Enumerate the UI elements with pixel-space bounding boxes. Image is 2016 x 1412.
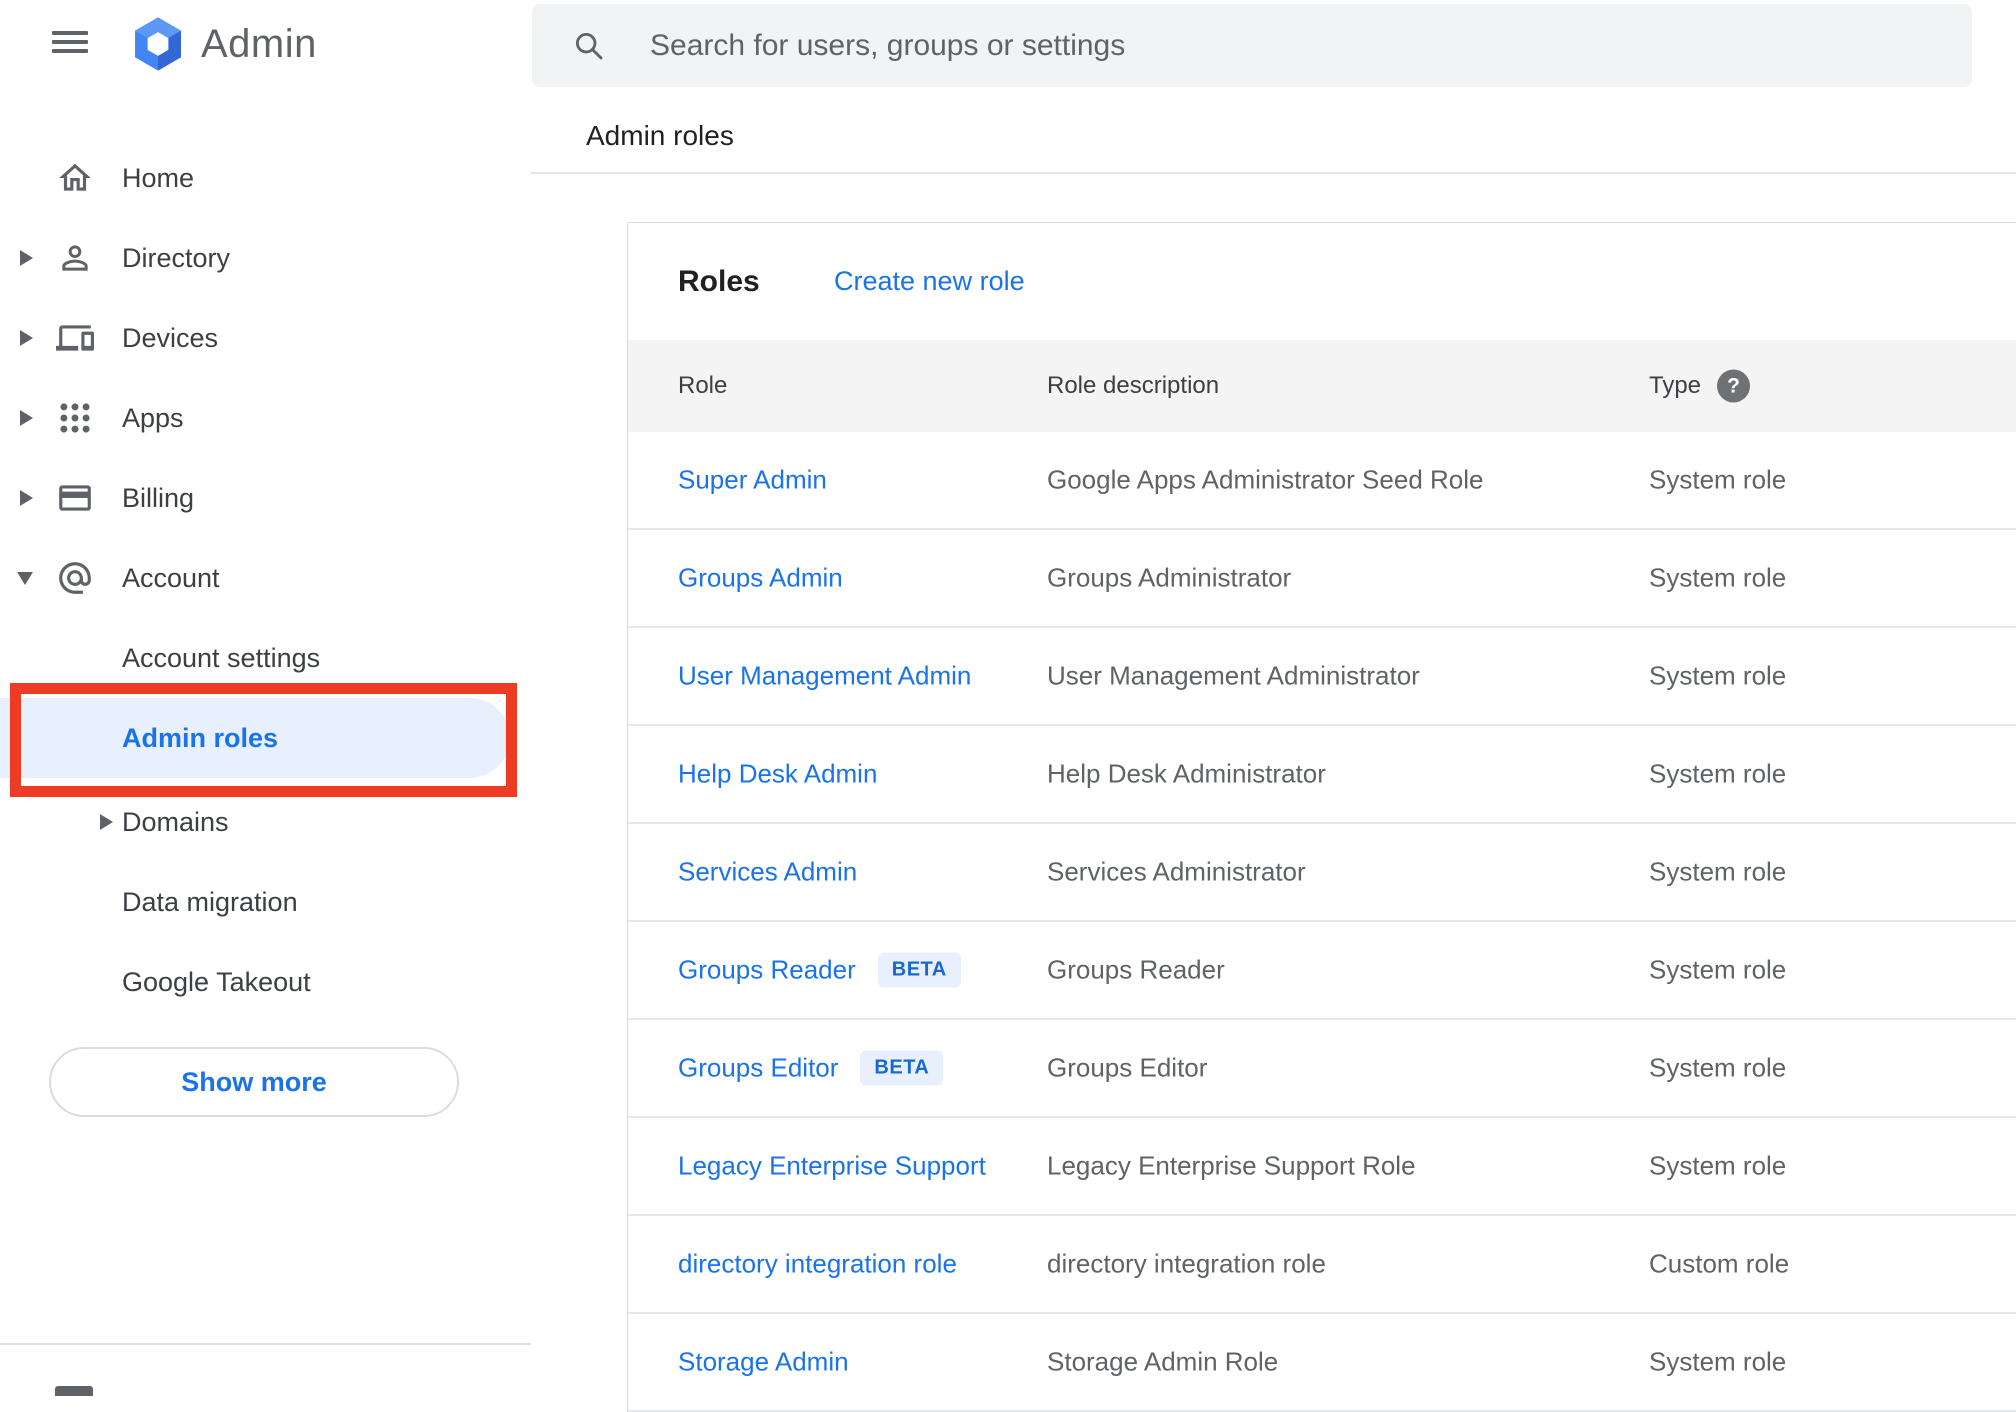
table-row: Storage Admin Storage Admin Role System … (628, 1314, 2016, 1412)
sidebar-item-label: Home (122, 162, 195, 193)
role-description: directory integration role (1047, 1248, 1326, 1279)
collapse-arrow-icon (17, 572, 33, 585)
role-description: Google Apps Administrator Seed Role (1047, 464, 1484, 495)
sidebar-item-google-takeout[interactable]: Google Takeout (0, 942, 531, 1022)
sidebar-item-admin-roles[interactable]: Admin roles (0, 698, 531, 778)
table-row: Super Admin Google Apps Administrator Se… (628, 432, 2016, 530)
table-row: User Management Admin User Management Ad… (628, 628, 2016, 726)
column-header-description: Role description (1047, 372, 1220, 399)
role-link[interactable]: Groups Editor (678, 1053, 838, 1084)
search-icon (575, 32, 603, 59)
directory-person-icon (56, 239, 94, 277)
role-type: System role (1649, 954, 1787, 985)
sidebar-item-label: Account (122, 562, 220, 593)
roles-table-body: Super Admin Google Apps Administrator Se… (628, 432, 2016, 1412)
sidebar-item-label: Admin roles (122, 722, 279, 753)
sidebar-item-domains[interactable]: Domains (0, 782, 531, 862)
roles-card-header: Roles Create new role (628, 223, 2016, 340)
sidebar-item-data-migration[interactable]: Data migration (0, 862, 531, 942)
role-link[interactable]: Groups Reader (678, 955, 856, 986)
role-description: Groups Editor (1047, 1052, 1208, 1083)
column-header-role: Role (678, 372, 728, 399)
devices-icon (56, 319, 94, 357)
table-row: Help Desk Admin Help Desk Administrator … (628, 726, 2016, 824)
sidebar-item-label: Domains (122, 806, 229, 837)
role-type: System role (1649, 1346, 1787, 1377)
search-bar[interactable] (532, 4, 1972, 87)
sidebar-item-billing[interactable]: Billing (0, 458, 531, 538)
table-row: Groups Reader BETA Groups Reader System r… (628, 922, 2016, 1020)
create-new-role-link[interactable]: Create new role (834, 266, 1025, 297)
sidebar-item-label: Directory (122, 242, 231, 273)
roles-card: Roles Create new role Role Role descript… (627, 222, 2016, 1412)
role-link[interactable]: Groups Admin (678, 563, 843, 594)
role-description: Help Desk Administrator (1047, 758, 1326, 789)
role-link[interactable]: Storage Admin (678, 1347, 849, 1378)
sidebar-item-account-settings[interactable]: Account settings (0, 618, 531, 698)
role-type: Custom role (1649, 1248, 1790, 1279)
beta-badge: BETA (877, 952, 961, 988)
role-description: Groups Reader (1047, 954, 1225, 985)
role-description: Storage Admin Role (1047, 1346, 1279, 1377)
sidebar-item-apps[interactable]: Apps (0, 378, 531, 458)
role-type: System role (1649, 660, 1787, 691)
cutoff-icon (55, 1386, 93, 1396)
beta-badge: BETA (860, 1050, 944, 1086)
sidebar-item-label: Google Takeout (122, 966, 311, 997)
search-input[interactable] (650, 15, 1972, 76)
sidebar-item-label: Apps (122, 402, 184, 433)
sidebar-item-label: Billing (122, 482, 195, 513)
role-link[interactable]: Help Desk Admin (678, 759, 877, 790)
table-row: Legacy Enterprise Support Legacy Enterpr… (628, 1118, 2016, 1216)
role-type: System role (1649, 562, 1787, 593)
expand-arrow-icon (20, 250, 33, 266)
table-row: Services Admin Services Administrator Sy… (628, 824, 2016, 922)
show-more-button[interactable]: Show more (49, 1047, 459, 1117)
role-description: Legacy Enterprise Support Role (1047, 1150, 1416, 1181)
role-type: System role (1649, 1150, 1787, 1181)
expand-arrow-icon (100, 814, 113, 830)
role-link[interactable]: Services Admin (678, 857, 857, 888)
sidebar-item-label: Account settings (122, 642, 321, 673)
sidebar-item-devices[interactable]: Devices (0, 298, 531, 378)
sidebar: Home Directory Devices Apps Billing Acco… (0, 0, 531, 1396)
expand-arrow-icon (20, 330, 33, 346)
column-header-type: Type (1649, 372, 1702, 399)
role-description: User Management Administrator (1047, 660, 1420, 691)
role-description: Services Administrator (1047, 856, 1306, 887)
help-question-icon[interactable]: ? (1717, 369, 1750, 403)
role-type: System role (1649, 856, 1787, 887)
role-type: System role (1649, 464, 1787, 495)
sidebar-item-home[interactable]: Home (0, 138, 531, 218)
role-link[interactable]: User Management Admin (678, 661, 971, 692)
table-row: Groups Editor BETA Groups Editor System r… (628, 1020, 2016, 1118)
apps-grid-icon (56, 399, 94, 437)
account-at-icon (56, 559, 94, 597)
table-row: Groups Admin Groups Administrator System… (628, 530, 2016, 628)
sidebar-item-label: Data migration (122, 886, 298, 917)
role-type: System role (1649, 758, 1787, 789)
sidebar-item-account[interactable]: Account (0, 538, 531, 618)
expand-arrow-icon (20, 410, 33, 426)
role-link[interactable]: directory integration role (678, 1249, 957, 1280)
table-row: directory integration role directory int… (628, 1216, 2016, 1314)
title-divider (531, 172, 2016, 174)
expand-arrow-icon (20, 490, 33, 506)
role-link[interactable]: Super Admin (678, 465, 827, 496)
role-link[interactable]: Legacy Enterprise Support (678, 1151, 986, 1182)
role-type: System role (1649, 1052, 1787, 1083)
page-title: Admin roles (586, 120, 734, 151)
home-icon (56, 159, 94, 197)
roles-table-header: Role Role description Type ? (628, 340, 2016, 432)
sidebar-divider (0, 1343, 531, 1345)
sidebar-item-label: Devices (122, 322, 219, 353)
roles-card-title: Roles (678, 264, 760, 298)
role-description: Groups Administrator (1047, 562, 1292, 593)
billing-card-icon (56, 479, 94, 517)
sidebar-item-directory[interactable]: Directory (0, 218, 531, 298)
